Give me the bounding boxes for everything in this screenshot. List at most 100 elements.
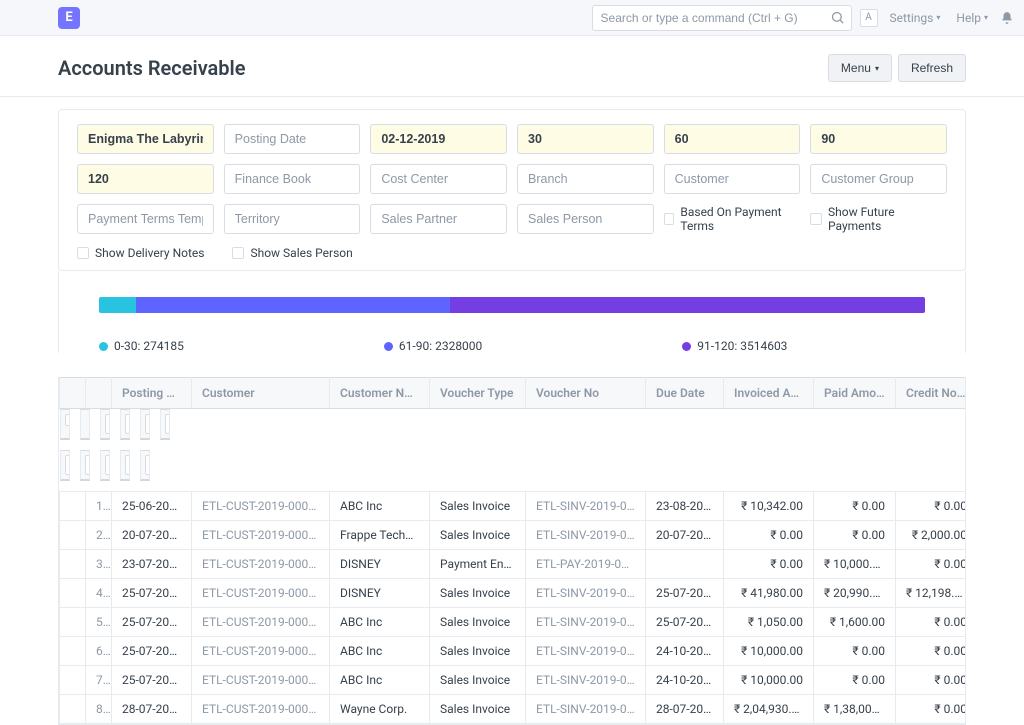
row-checkbox[interactable]: [60, 550, 86, 579]
cell-voucher-no[interactable]: ETL-SINV-2019-00019: [526, 492, 646, 521]
row-checkbox[interactable]: [60, 521, 86, 550]
table-row[interactable]: 625-07-2019ETL-CUST-2019-00005ABC IncSal…: [60, 637, 966, 666]
cell-voucher-no[interactable]: ETL-SINV-2019-00003: [526, 521, 646, 550]
select-all-checkbox[interactable]: [65, 414, 70, 426]
table-row[interactable]: 725-07-2019ETL-CUST-2019-00005ABC IncSal…: [60, 666, 966, 695]
cell-customer[interactable]: ETL-CUST-2019-00002: [192, 579, 330, 608]
territory-field[interactable]: [224, 204, 361, 234]
global-search: [592, 5, 852, 31]
show-delivery-notes-checkbox[interactable]: Show Delivery Notes: [77, 246, 204, 260]
row-index: 4: [86, 579, 112, 608]
show-sales-person-checkbox[interactable]: Show Sales Person: [232, 246, 352, 260]
table-row[interactable]: 425-07-2019ETL-CUST-2019-00002DISNEYSale…: [60, 579, 966, 608]
col-paid-amount[interactable]: Paid Amount: [814, 378, 896, 409]
sales-person-field[interactable]: [517, 204, 654, 234]
table-row[interactable]: 828-07-2019ETL-CUST-2019-00003Wayne Corp…: [60, 695, 966, 724]
col-due-date[interactable]: Due Date: [646, 378, 724, 409]
cell-customer[interactable]: ETL-CUST-2019-00002: [192, 550, 330, 579]
customer-field[interactable]: [664, 164, 801, 194]
sales-partner-field[interactable]: [370, 204, 507, 234]
settings-menu[interactable]: Settings ▾: [886, 11, 945, 25]
filter-posting-date[interactable]: [105, 414, 110, 434]
show-delivery-notes-label: Show Delivery Notes: [95, 246, 204, 260]
avatar[interactable]: A: [860, 9, 878, 27]
filter-due-date[interactable]: [85, 455, 90, 475]
filter-voucher-no[interactable]: [65, 455, 70, 475]
table-row[interactable]: 323-07-2019ETL-CUST-2019-00002DISNEYPaym…: [60, 550, 966, 579]
cell-customer[interactable]: ETL-CUST-2019-00001: [192, 521, 330, 550]
company-field[interactable]: [77, 124, 214, 154]
cell-invoiced: ₹ 10,342.00: [724, 492, 814, 521]
table-row[interactable]: 220-07-2019ETL-CUST-2019-00001Frappe Tec…: [60, 521, 966, 550]
payment-terms-template-field[interactable]: [77, 204, 214, 234]
filter-customer[interactable]: [125, 414, 130, 434]
cell-paid: ₹ 1,38,000.00: [814, 695, 896, 724]
checkbox-icon: [664, 213, 675, 225]
row-index: 3: [86, 550, 112, 579]
table-header-row: Posting D… Customer Customer Name Vouche…: [60, 378, 966, 409]
cell-due-date: 25-07-2019: [646, 579, 724, 608]
search-input[interactable]: [592, 5, 852, 31]
ageing-1-field[interactable]: [517, 124, 654, 154]
col-invoiced-amount[interactable]: Invoiced Amou…: [724, 378, 814, 409]
row-checkbox[interactable]: [60, 492, 86, 521]
ageing-2-field[interactable]: [664, 124, 801, 154]
cell-voucher-no[interactable]: ETL-SINV-2019-00039: [526, 666, 646, 695]
app-logo[interactable]: E: [58, 7, 80, 29]
finance-book-field[interactable]: [224, 164, 361, 194]
menu-button[interactable]: Menu ▾: [828, 54, 892, 82]
cell-customer-name: ABC Inc: [330, 608, 430, 637]
cell-voucher-type: Sales Invoice: [430, 608, 526, 637]
row-checkbox[interactable]: [60, 637, 86, 666]
bell-icon[interactable]: [1000, 11, 1014, 25]
cell-voucher-no[interactable]: ETL-SINV-2019-00006: [526, 608, 646, 637]
customer-group-field[interactable]: [810, 164, 947, 194]
col-customer[interactable]: Customer: [192, 378, 330, 409]
cell-customer[interactable]: ETL-CUST-2019-00005: [192, 492, 330, 521]
cell-voucher-no[interactable]: ETL-SINV-2019-00028: [526, 637, 646, 666]
ageing-4-field[interactable]: [77, 164, 214, 194]
row-checkbox[interactable]: [60, 666, 86, 695]
col-voucher-no[interactable]: Voucher No: [526, 378, 646, 409]
filter-paid[interactable]: [125, 455, 130, 475]
cell-voucher-no[interactable]: ETL-SINV-2019-00007: [526, 579, 646, 608]
cost-center-field[interactable]: [370, 164, 507, 194]
branch-field[interactable]: [517, 164, 654, 194]
posting-date-field[interactable]: [370, 124, 507, 154]
help-menu[interactable]: Help ▾: [952, 11, 992, 25]
cell-due-date: 28-07-2019: [646, 695, 724, 724]
table-row[interactable]: 525-07-2019ETL-CUST-2019-00005ABC IncSal…: [60, 608, 966, 637]
cell-customer-name: Wayne Corp.: [330, 695, 430, 724]
filter-customer-name[interactable]: [145, 414, 150, 434]
cell-customer[interactable]: ETL-CUST-2019-00003: [192, 695, 330, 724]
cell-customer-name: ABC Inc: [330, 666, 430, 695]
filter-credit-note[interactable]: [145, 455, 150, 475]
cell-customer[interactable]: ETL-CUST-2019-00005: [192, 608, 330, 637]
col-posting-date[interactable]: Posting D…: [112, 378, 192, 409]
posting-date-label-field[interactable]: [224, 124, 361, 154]
refresh-button[interactable]: Refresh: [898, 54, 966, 82]
chart-segment: [99, 297, 136, 313]
based-on-payment-terms-checkbox[interactable]: Based On Payment Terms: [664, 204, 801, 234]
table-row[interactable]: 125-06-2019ETL-CUST-2019-00005ABC IncSal…: [60, 492, 966, 521]
row-index: 2: [86, 521, 112, 550]
row-checkbox[interactable]: [60, 695, 86, 724]
filter-voucher-type[interactable]: [165, 414, 170, 434]
ageing-3-field[interactable]: [810, 124, 947, 154]
row-checkbox[interactable]: [60, 579, 86, 608]
cell-customer[interactable]: ETL-CUST-2019-00005: [192, 637, 330, 666]
row-checkbox[interactable]: [60, 608, 86, 637]
cell-customer-name: ABC Inc: [330, 492, 430, 521]
col-credit-note[interactable]: Credit Note: [896, 378, 966, 409]
show-future-payments-checkbox[interactable]: Show Future Payments: [810, 204, 947, 234]
filter-invoiced[interactable]: [105, 455, 110, 475]
col-checkbox[interactable]: [60, 378, 86, 409]
cell-voucher-no[interactable]: ETL-SINV-2019-00009: [526, 695, 646, 724]
cell-paid: ₹ 1,600.00: [814, 608, 896, 637]
cell-voucher-no[interactable]: ETL-PAY-2019-00002: [526, 550, 646, 579]
col-customer-name[interactable]: Customer Name: [330, 378, 430, 409]
cell-invoiced: ₹ 41,980.00: [724, 579, 814, 608]
col-voucher-type[interactable]: Voucher Type: [430, 378, 526, 409]
col-index[interactable]: [86, 378, 112, 409]
cell-customer[interactable]: ETL-CUST-2019-00005: [192, 666, 330, 695]
